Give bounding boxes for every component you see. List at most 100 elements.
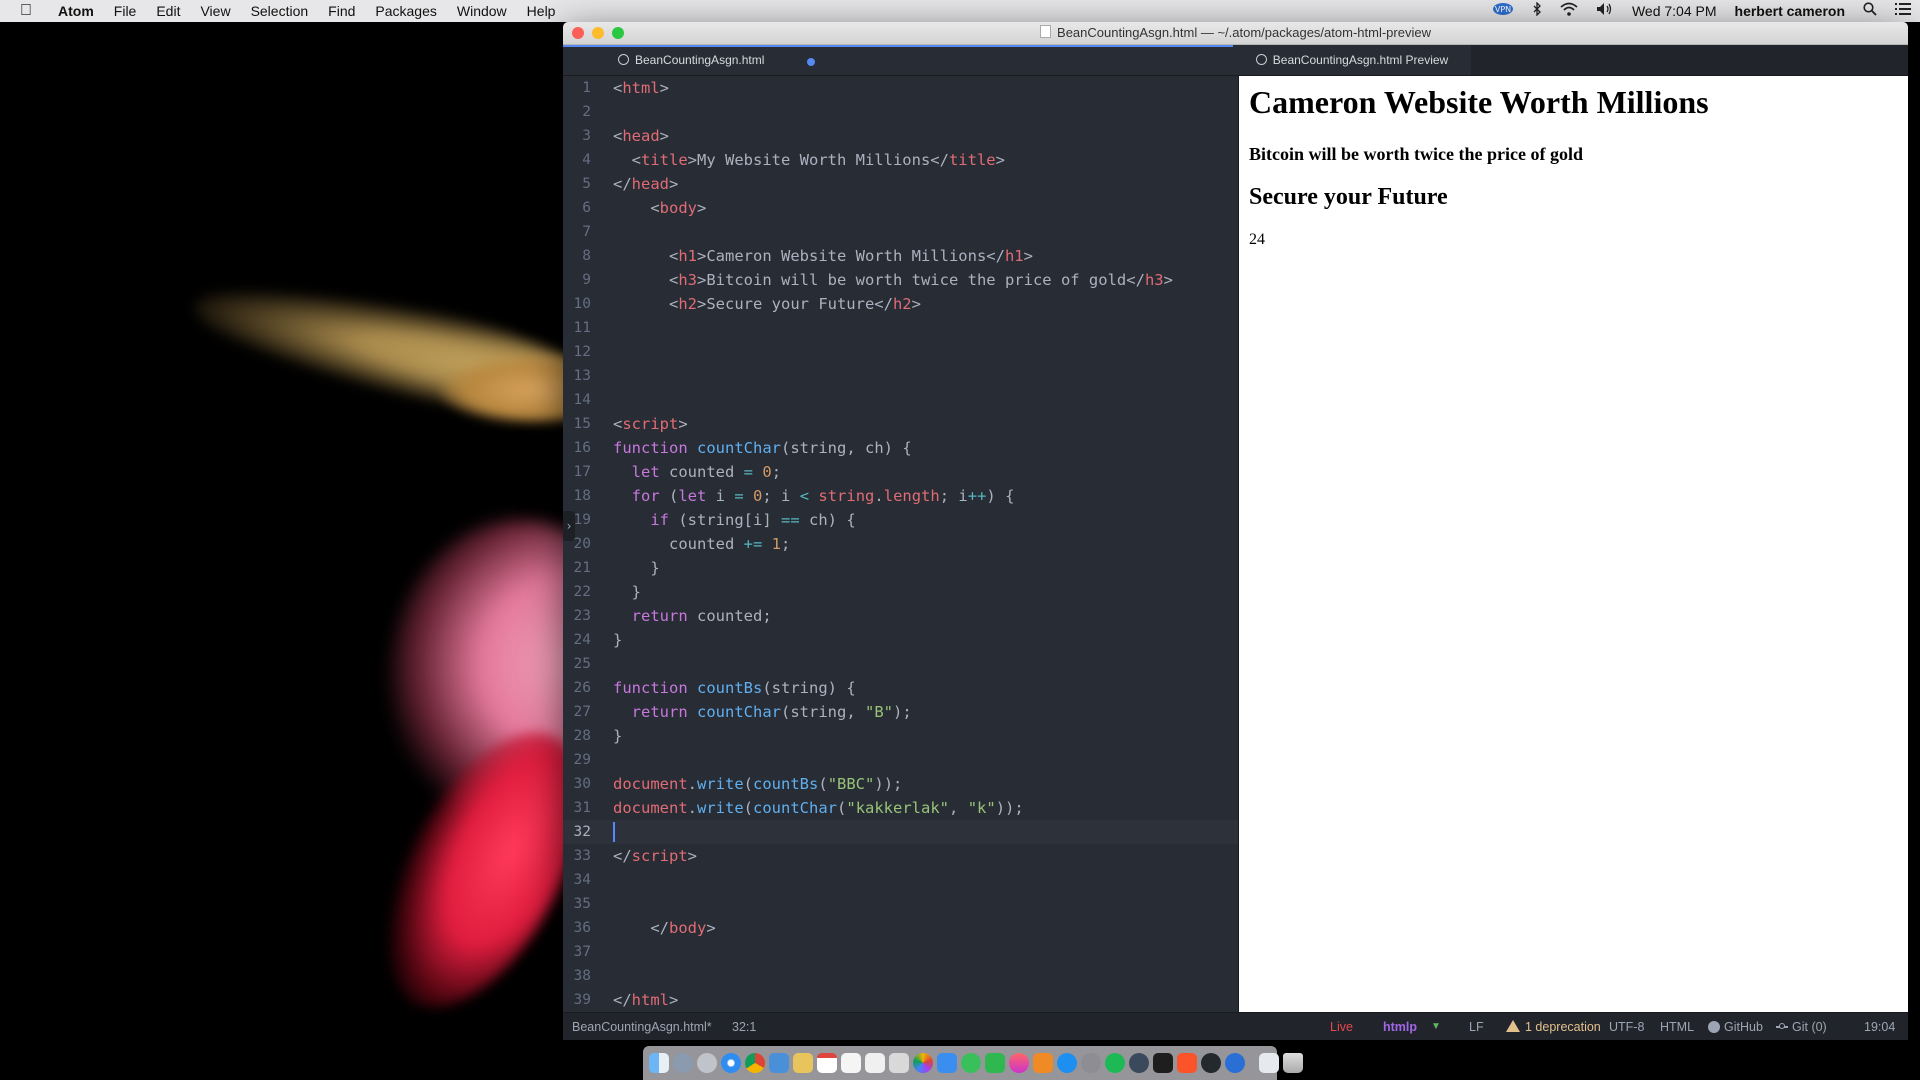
code-line[interactable]: 28}	[563, 724, 1238, 748]
volume-icon[interactable]	[1587, 0, 1623, 22]
code-line[interactable]: 37	[563, 940, 1238, 964]
line-number[interactable]: 12	[563, 340, 591, 364]
line-number[interactable]: 3	[563, 124, 591, 148]
code-text[interactable]: function countChar(string, ch) {	[613, 436, 912, 460]
code-text[interactable]: }	[613, 580, 641, 604]
downloads-icon[interactable]	[1259, 1053, 1279, 1073]
bluetooth-icon[interactable]	[1523, 0, 1551, 22]
finder-icon[interactable]	[649, 1053, 669, 1073]
line-number[interactable]: 21	[563, 556, 591, 580]
apple-menu-icon[interactable]: 	[0, 0, 48, 22]
code-line[interactable]: 13	[563, 364, 1238, 388]
line-number[interactable]: 37	[563, 940, 591, 964]
code-line[interactable]: 18 for (let i = 0; i < string.length; i+…	[563, 484, 1238, 508]
ibooks-icon[interactable]	[1033, 1053, 1053, 1073]
code-line-current[interactable]: 32	[563, 820, 1238, 844]
code-text[interactable]: }	[613, 628, 622, 652]
line-number[interactable]: 2	[563, 100, 591, 124]
textedit-icon[interactable]	[865, 1053, 885, 1073]
line-number[interactable]: 31	[563, 796, 591, 820]
preview-icon[interactable]	[769, 1053, 789, 1073]
code-text[interactable]: <h2>Secure your Future</h2>	[613, 292, 921, 316]
code-line[interactable]: 10 <h2>Secure your Future</h2>	[563, 292, 1238, 316]
safari-icon[interactable]	[721, 1053, 741, 1073]
menu-edit[interactable]: Edit	[146, 0, 190, 22]
code-text[interactable]: </html>	[613, 988, 678, 1012]
line-number[interactable]: 25	[563, 652, 591, 676]
xcode-icon[interactable]	[1225, 1053, 1245, 1073]
code-line[interactable]: 24}	[563, 628, 1238, 652]
line-number[interactable]: 39	[563, 988, 591, 1012]
rocket-icon[interactable]	[697, 1053, 717, 1073]
spotify-icon[interactable]	[1105, 1053, 1125, 1073]
line-number[interactable]: 1	[563, 76, 591, 100]
code-text[interactable]: if (string[i] == ch) {	[613, 508, 855, 532]
code-text[interactable]: function countBs(string) {	[613, 676, 856, 700]
code-editor[interactable]: 1 <html> 2 3 <head> 4 <title>My Website Wo…	[563, 76, 1238, 1012]
preferences-icon[interactable]	[1081, 1053, 1101, 1073]
atom-icon[interactable]	[1129, 1053, 1149, 1073]
code-line[interactable]: 9 <h3>Bitcoin will be worth twice the pr…	[563, 268, 1238, 292]
menu-packages[interactable]: Packages	[365, 0, 446, 22]
photos-app-icon[interactable]	[913, 1053, 933, 1073]
line-number[interactable]: 34	[563, 868, 591, 892]
line-number[interactable]: 9	[563, 268, 591, 292]
tree-view-toggle-icon[interactable]: ›	[563, 511, 575, 541]
code-text[interactable]: <html>	[613, 76, 669, 100]
code-line[interactable]: 34	[563, 868, 1238, 892]
menu-find[interactable]: Find	[318, 0, 365, 22]
line-number[interactable]: 14	[563, 388, 591, 412]
code-line[interactable]: 2	[563, 100, 1238, 124]
calendar-icon[interactable]	[817, 1053, 837, 1073]
status-deprecation[interactable]: 1 deprecation	[1506, 1013, 1601, 1040]
code-text[interactable]: </head>	[613, 172, 678, 196]
code-text[interactable]: document.write(countChar("kakkerlak", "k…	[613, 796, 1024, 820]
code-line[interactable]: 19 if (string[i] == ch) {	[563, 508, 1238, 532]
code-line[interactable]: 6 <body>	[563, 196, 1238, 220]
launchpad-icon[interactable]	[673, 1053, 693, 1073]
code-line[interactable]: 14	[563, 388, 1238, 412]
line-number[interactable]: 6	[563, 196, 591, 220]
code-text[interactable]: }	[613, 556, 659, 580]
code-line[interactable]: 21 }	[563, 556, 1238, 580]
code-text[interactable]: </body>	[613, 916, 715, 940]
status-line-ending[interactable]: LF	[1469, 1013, 1484, 1040]
code-text[interactable]: <title>My Website Worth Millions</title>	[613, 148, 1005, 172]
line-number[interactable]: 26	[563, 676, 591, 700]
code-text[interactable]: for (let i = 0; i < string.length; i++) …	[613, 484, 1015, 508]
line-number[interactable]: 30	[563, 772, 591, 796]
line-number[interactable]: 15	[563, 412, 591, 436]
status-cursor-position[interactable]: 32:1	[732, 1013, 756, 1040]
menu-app-name[interactable]: Atom	[48, 0, 104, 22]
code-text[interactable]: <h1>Cameron Website Worth Millions</h1>	[613, 244, 1033, 268]
line-number[interactable]: 27	[563, 700, 591, 724]
code-line[interactable]: 38	[563, 964, 1238, 988]
reminders-icon[interactable]	[841, 1053, 861, 1073]
code-line[interactable]: 36 </body>	[563, 916, 1238, 940]
code-line[interactable]: 5 </head>	[563, 172, 1238, 196]
itunes-icon[interactable]	[1009, 1053, 1029, 1073]
code-line[interactable]: 20 counted += 1;	[563, 532, 1238, 556]
line-number[interactable]: 5	[563, 172, 591, 196]
code-text[interactable]: <script>	[613, 412, 688, 436]
status-file-name[interactable]: BeanCountingAsgn.html*	[572, 1013, 712, 1040]
line-number[interactable]: 35	[563, 892, 591, 916]
line-number[interactable]: 10	[563, 292, 591, 316]
line-number[interactable]: 13	[563, 364, 591, 388]
code-line[interactable]: 35	[563, 892, 1238, 916]
line-number[interactable]: 16	[563, 436, 591, 460]
code-line[interactable]: 25	[563, 652, 1238, 676]
code-text[interactable]: }	[613, 724, 622, 748]
code-line[interactable]: 26 function countBs(string) {	[563, 676, 1238, 700]
code-line[interactable]: 17 let counted = 0;	[563, 460, 1238, 484]
menu-file[interactable]: File	[104, 0, 147, 22]
menu-view[interactable]: View	[190, 0, 240, 22]
line-number[interactable]: 8	[563, 244, 591, 268]
status-htmlp[interactable]: htmlp	[1383, 1013, 1417, 1040]
photos-icon[interactable]	[889, 1053, 909, 1073]
appstore-icon[interactable]	[1057, 1053, 1077, 1073]
menu-window[interactable]: Window	[447, 0, 517, 22]
code-text[interactable]: <body>	[613, 196, 706, 220]
status-encoding[interactable]: UTF-8	[1609, 1013, 1644, 1040]
wifi-icon[interactable]	[1551, 0, 1587, 22]
